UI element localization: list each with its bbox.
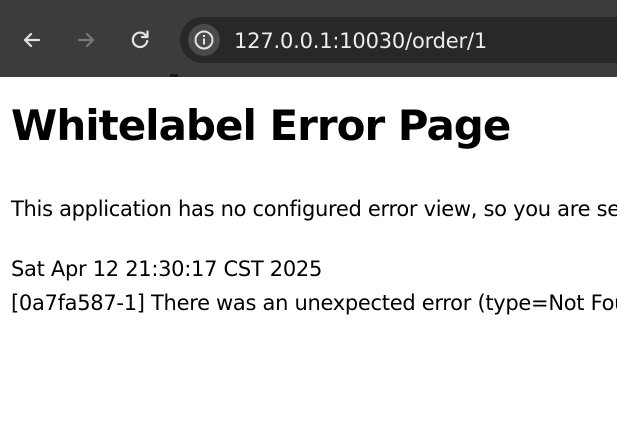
- site-info-button[interactable]: [188, 24, 220, 56]
- url-text[interactable]: 127.0.0.1:10030/order/1: [234, 26, 487, 56]
- browser-toolbar: 127.0.0.1:10030/order/1: [0, 0, 617, 77]
- reload-button[interactable]: [124, 24, 156, 56]
- forward-button[interactable]: [70, 24, 102, 56]
- page-title: Whitelabel Error Page: [11, 101, 511, 150]
- arrow-right-icon: [77, 32, 95, 48]
- error-timestamp: Sat Apr 12 21:30:17 CST 2025: [11, 257, 323, 281]
- error-message: [0a7fa587-1] There was an unexpected err…: [11, 291, 617, 315]
- page-content: Whitelabel Error Page This application h…: [0, 77, 617, 432]
- back-button[interactable]: [16, 24, 48, 56]
- error-description: This application has no configured error…: [11, 197, 617, 221]
- arrow-left-icon: [23, 32, 41, 48]
- info-circle-icon: [194, 30, 214, 50]
- reload-icon: [131, 30, 149, 49]
